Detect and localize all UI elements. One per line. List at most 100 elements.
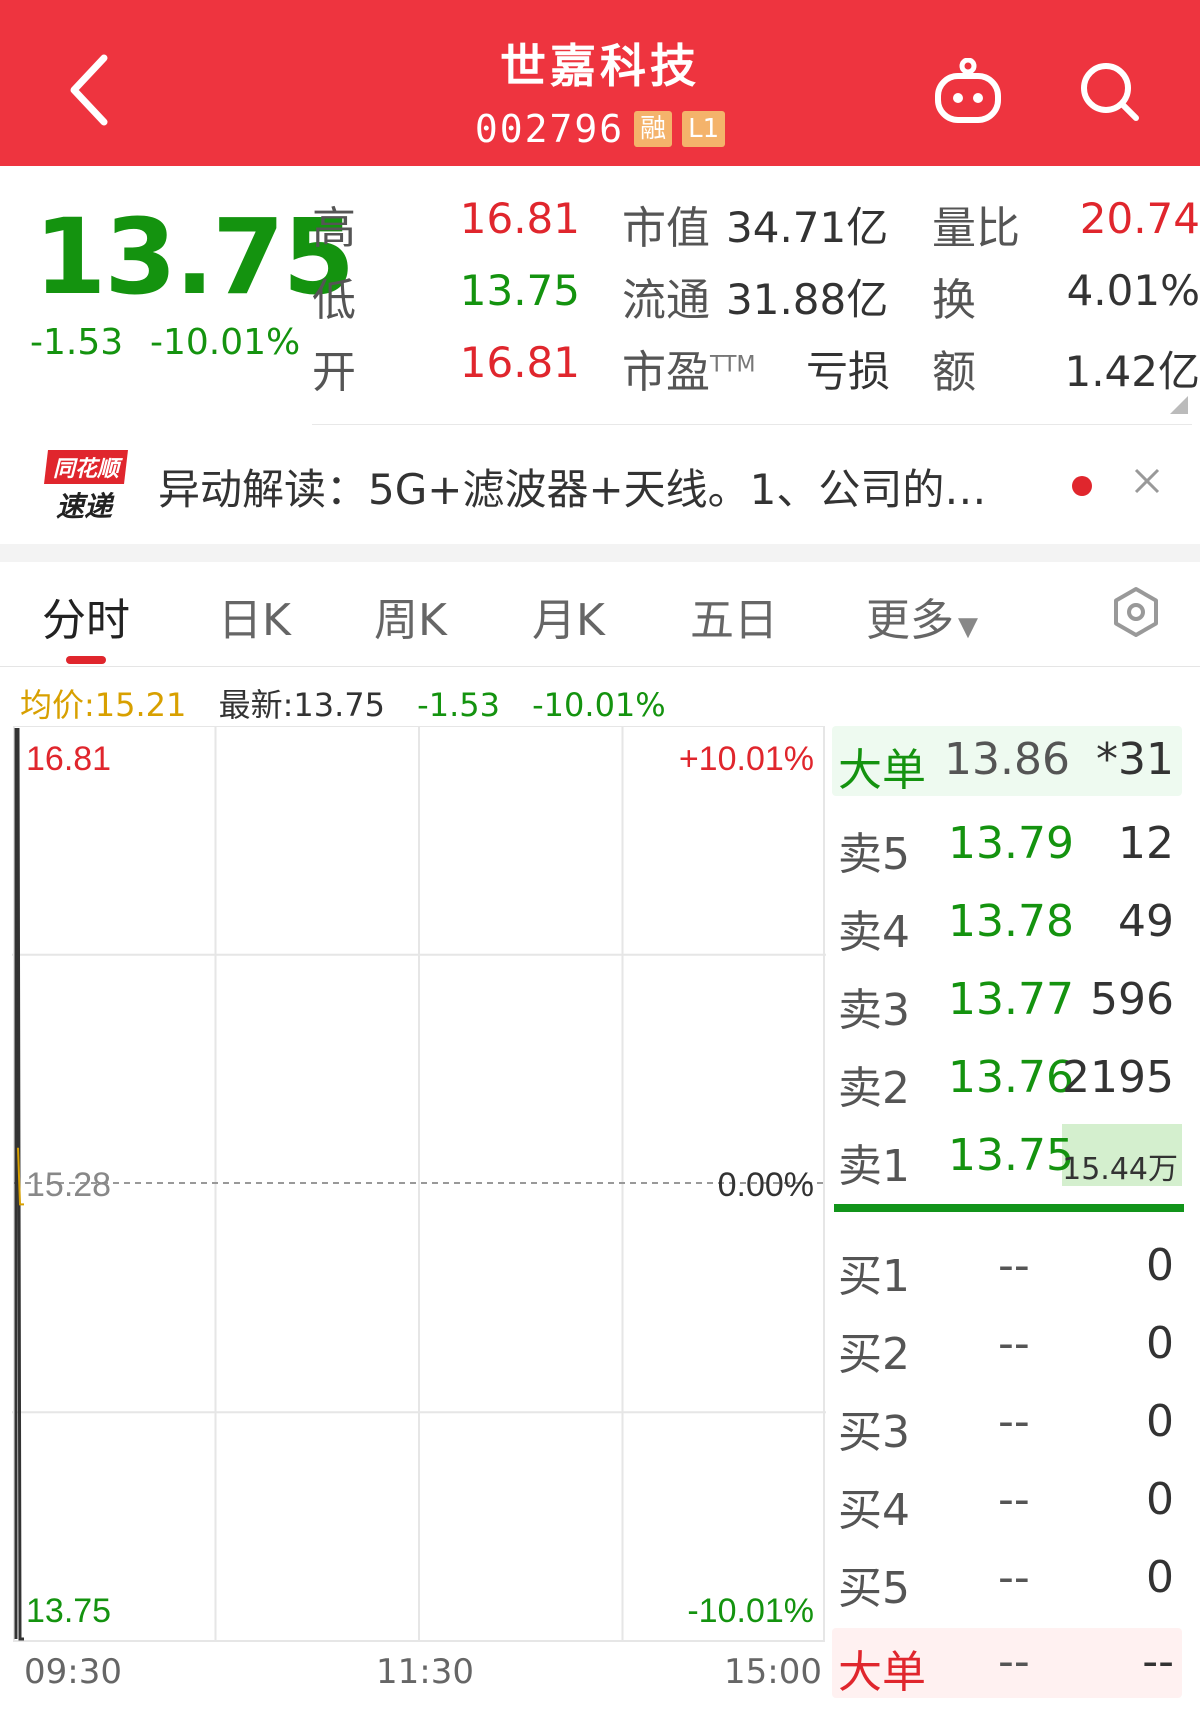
sell-price: 13.79 <box>948 818 1074 869</box>
latest-price: 最新:13.75 <box>218 686 385 724</box>
average-price: 均价:15.21 <box>20 686 187 724</box>
expand-corner-icon[interactable] <box>1170 396 1188 414</box>
divider <box>312 424 1192 425</box>
buy-row-2[interactable]: 买2 -- 0 <box>832 1310 1182 1380</box>
high-label: 高 <box>312 203 356 254</box>
triangle-down-icon: ▼ <box>958 612 978 642</box>
market-cap-label: 市值 <box>622 203 710 254</box>
low-value: 13.75 <box>459 266 580 315</box>
sell-price: 13.75 <box>948 1130 1074 1181</box>
ths-news-logo: 同花顺 速递 <box>44 450 128 522</box>
price-change-percent: -10.01% <box>150 322 301 363</box>
buy-label: 买2 <box>838 1329 910 1380</box>
level-tag: L1 <box>682 111 726 147</box>
low-label: 低 <box>312 275 356 326</box>
sell-label: 卖3 <box>838 985 910 1036</box>
sell-label: 卖4 <box>838 907 910 958</box>
bid-ask-separator <box>834 1204 1184 1212</box>
high-value: 16.81 <box>459 194 580 243</box>
close-icon[interactable] <box>1132 466 1162 496</box>
big-order-volume: *31 <box>1096 734 1174 785</box>
info-change: -1.53 <box>417 686 500 724</box>
info-change-percent: -10.01% <box>532 686 666 724</box>
float-cap-value: 31.88亿 <box>726 275 889 324</box>
robot-icon[interactable] <box>932 58 1004 124</box>
y-label-mid: 15.28 <box>26 1166 111 1204</box>
open-label: 开 <box>312 347 356 398</box>
buy-price: -- <box>998 1396 1030 1447</box>
sell-price: 13.77 <box>948 974 1074 1025</box>
big-order-price: -- <box>998 1636 1030 1687</box>
settings-icon[interactable] <box>1110 586 1162 638</box>
buy-volume: 0 <box>1146 1396 1174 1447</box>
big-order-volume: -- <box>1142 1636 1174 1687</box>
sell-label: 卖2 <box>838 1063 910 1114</box>
turnover-value: 4.01% <box>1066 266 1200 315</box>
big-order-label: 大单 <box>838 1647 926 1698</box>
pct-label-mid: 0.00% <box>718 1166 814 1204</box>
sell-volume: 2195 <box>1062 1052 1174 1103</box>
open-value: 16.81 <box>459 338 580 387</box>
buy-label: 买1 <box>838 1251 910 1302</box>
buy-volume: 0 <box>1146 1240 1174 1291</box>
buy-price: -- <box>998 1474 1030 1525</box>
sell-row-3[interactable]: 卖3 13.77 596 <box>832 966 1182 1036</box>
last-price: 13.75 <box>34 196 355 318</box>
buy-row-3[interactable]: 买3 -- 0 <box>832 1388 1182 1458</box>
volume-ratio-label: 量比 <box>932 203 1020 254</box>
top-bar: 世嘉科技 002796 融 L1 <box>0 0 1200 166</box>
tab-more[interactable]: 更多 ▼ <box>866 584 978 648</box>
big-order-label: 大单 <box>838 745 926 796</box>
buy-row-4[interactable]: 买4 -- 0 <box>832 1466 1182 1536</box>
sell-volume: 15.44万 <box>1062 1152 1178 1187</box>
sell-row-5[interactable]: 卖5 13.79 12 <box>832 810 1182 880</box>
tab-monthly-k[interactable]: 月K <box>532 584 605 648</box>
y-label-bottom: 13.75 <box>26 1592 111 1630</box>
order-book: 大单 13.86 *31 卖5 13.79 12 卖4 13.78 49 卖3 … <box>832 726 1190 1713</box>
buy-row-5[interactable]: 买5 -- 0 <box>832 1544 1182 1614</box>
buy-label: 买4 <box>838 1485 910 1536</box>
pct-label-top: +10.01% <box>679 740 814 778</box>
buy-row-1[interactable]: 买1 -- 0 <box>832 1232 1182 1302</box>
buy-price: -- <box>998 1240 1030 1291</box>
amount-label: 额 <box>932 347 976 398</box>
sell-row-2[interactable]: 卖2 13.76 2195 <box>832 1044 1182 1114</box>
volume-ratio-value: 20.74 <box>1079 194 1200 243</box>
big-order-bottom[interactable]: 大单 -- -- <box>832 1628 1182 1698</box>
big-order-top[interactable]: 大单 13.86 *31 <box>832 726 1182 796</box>
pe-label: 市盈TTM <box>622 347 756 398</box>
chart-grid <box>12 726 826 1641</box>
search-icon[interactable] <box>1078 60 1142 124</box>
tab-five-day[interactable]: 五日 <box>690 584 778 648</box>
sell-price: 13.76 <box>948 1052 1074 1103</box>
buy-volume: 0 <box>1146 1552 1174 1603</box>
tab-weekly-k[interactable]: 周K <box>374 584 447 648</box>
active-tab-indicator <box>66 656 106 664</box>
news-headline[interactable]: 异动解读：5G+滤波器+天线。1、公司的… <box>158 456 1038 517</box>
pct-label-bottom: -10.01% <box>687 1592 814 1630</box>
price-change: -1.53 <box>30 322 124 363</box>
buy-volume: 0 <box>1146 1318 1174 1369</box>
sell-row-4[interactable]: 卖4 13.78 49 <box>832 888 1182 958</box>
sell-volume: 12 <box>1118 818 1174 869</box>
y-label-top: 16.81 <box>26 740 111 778</box>
market-cap-value: 34.71亿 <box>726 203 889 252</box>
buy-label: 买5 <box>838 1563 910 1614</box>
news-logo-bottom-text: 速递 <box>56 491 115 522</box>
sell-label: 卖5 <box>838 829 910 880</box>
tab-intraday[interactable]: 分时 <box>42 584 130 648</box>
x-tick-open: 09:30 <box>24 1652 122 1692</box>
tab-daily-k[interactable]: 日K <box>218 584 291 648</box>
pe-ttm-superscript: TTM <box>710 352 756 378</box>
x-tick-close: 15:00 <box>724 1652 822 1692</box>
sell-volume: 596 <box>1090 974 1174 1025</box>
amount-value: 1.42亿 <box>1064 347 1200 396</box>
pe-value: 亏损 <box>805 347 890 396</box>
buy-price: -- <box>998 1552 1030 1603</box>
buy-volume: 0 <box>1146 1474 1174 1525</box>
news-logo-top-text: 同花顺 <box>53 456 123 481</box>
intraday-chart[interactable]: 16.81 15.28 13.75 +10.01% 0.00% -10.01% <box>12 726 826 1646</box>
sell-row-1[interactable]: 卖1 13.75 15.44万 <box>832 1122 1182 1192</box>
big-order-price: 13.86 <box>944 734 1070 785</box>
x-tick-midday: 11:30 <box>376 1652 474 1692</box>
